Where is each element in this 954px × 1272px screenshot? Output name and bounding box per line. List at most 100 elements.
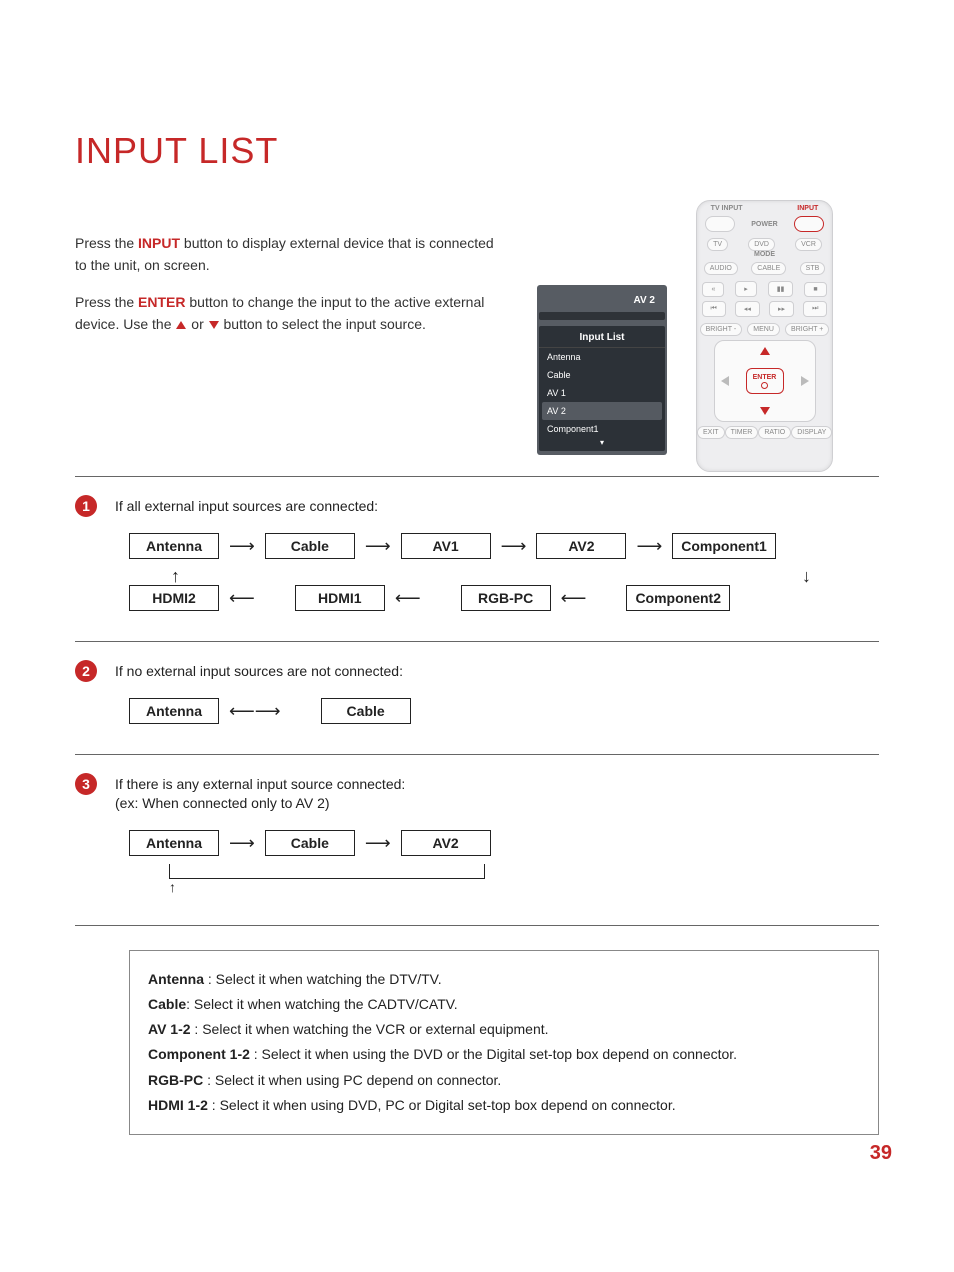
step-3-text-line2: (ex: When connected only to AV 2) [115, 794, 405, 814]
arrow-left-icon: ⟵ [561, 589, 587, 607]
arrow-right-icon: ⟶ [229, 834, 255, 852]
step-2: 2 If no external input sources are not c… [75, 660, 879, 682]
legend-term-rgbpc: RGB-PC [148, 1072, 203, 1088]
legend-term-cable: Cable [148, 996, 186, 1012]
arrow-right-icon: ⟶ [636, 537, 662, 555]
remote-pause-button[interactable]: ▮▮ [768, 281, 794, 297]
remote-play-button[interactable]: ▸ [735, 281, 757, 297]
remote-dpad: ENTER [714, 340, 816, 422]
divider [75, 641, 879, 642]
page-title: INPUT LIST [75, 130, 879, 172]
remote-bright-minus-button[interactable]: BRIGHT - [700, 323, 743, 336]
divider [75, 754, 879, 755]
step-3-flow: Antenna ⟶ Cable ⟶ AV2 ↑ [129, 830, 879, 895]
osd-item-av2-selected: AV 2 [542, 402, 662, 420]
arrow-left-icon: ⟵ [395, 589, 421, 607]
intro-p2d: button to select the input source. [224, 316, 426, 332]
legend-desc-rgbpc: : Select it when using PC depend on conn… [203, 1072, 501, 1088]
remote-fwd-button[interactable]: ▸▸ [769, 301, 794, 317]
flow-box-cable: Cable [265, 533, 355, 559]
remote-dvd-button[interactable]: DVD [748, 238, 775, 251]
remote-audio-button[interactable]: AUDIO [704, 262, 738, 275]
remote-up-button[interactable] [760, 347, 770, 355]
remote-mode-label: MODE [697, 251, 832, 258]
divider [75, 925, 879, 926]
page-number: 39 [870, 1142, 892, 1165]
remote-next-button[interactable]: ⏭ [803, 301, 827, 317]
flow-box-av2: AV2 [536, 533, 626, 559]
arrow-up-icon: ↑ [169, 879, 879, 895]
flow-box-hdmi2: HDMI2 [129, 585, 219, 611]
osd-more-icon: ▾ [539, 438, 665, 447]
remote-stb-button[interactable]: STB [800, 262, 826, 275]
remote-back-button[interactable]: ◂◂ [735, 301, 760, 317]
step-2-flow: Antenna ⟵⟶ Cable [129, 698, 879, 724]
legend-term-hdmi: HDMI 1-2 [148, 1097, 208, 1113]
legend-desc-antenna: : Select it when watching the DTV/TV. [204, 971, 442, 987]
flow-box-component2: Component2 [626, 585, 730, 611]
remote-timer-button[interactable]: TIMER [725, 426, 759, 439]
osd-item-av1: AV 1 [539, 384, 665, 402]
remote-vcr-button[interactable]: VCR [795, 238, 822, 251]
flow-box-av2: AV2 [401, 830, 491, 856]
remote-control: TV INPUT INPUT POWER TV DVD VCR MODE AUD… [696, 200, 833, 472]
remote-tvinput-button[interactable] [705, 216, 735, 232]
flow-box-antenna: Antenna [129, 830, 219, 856]
flow-box-antenna: Antenna [129, 533, 219, 559]
remote-power-label: POWER [751, 221, 777, 228]
remote-tvinput-label: TV INPUT [711, 205, 743, 212]
remote-right-button[interactable] [801, 376, 809, 386]
flow-box-hdmi1: HDMI1 [295, 585, 385, 611]
legend-desc-component: : Select it when using the DVD or the Di… [250, 1046, 737, 1062]
remote-exit-button[interactable]: EXIT [697, 426, 725, 439]
flow-box-cable: Cable [321, 698, 411, 724]
input-legend: Antenna : Select it when watching the DT… [129, 950, 879, 1135]
enter-label: ENTER [138, 294, 185, 310]
arrow-up-icon: ↑ [171, 567, 180, 585]
remote-enter-button[interactable]: ENTER [746, 368, 784, 394]
legend-term-antenna: Antenna [148, 971, 204, 987]
arrow-right-icon: ⟶ [229, 537, 255, 555]
step-1-badge: 1 [75, 495, 97, 517]
arrow-down-icon: ↓ [802, 567, 811, 585]
remote-down-button[interactable] [760, 407, 770, 415]
osd-item-antenna: Antenna [539, 348, 665, 366]
remote-left-button[interactable] [721, 376, 729, 386]
arrow-right-icon: ⟶ [365, 834, 391, 852]
intro-p1a: Press the [75, 235, 138, 251]
remote-tv-button[interactable]: TV [707, 238, 728, 251]
flow-box-av1: AV1 [401, 533, 491, 559]
remote-cable-button[interactable]: CABLE [751, 262, 786, 275]
remote-display-button[interactable]: DISPLAY [791, 426, 832, 439]
remote-bright-plus-button[interactable]: BRIGHT + [785, 323, 829, 336]
osd-separator [539, 312, 665, 320]
step-1: 1 If all external input sources are conn… [75, 495, 879, 517]
input-label: INPUT [138, 235, 180, 251]
arrow-right-icon: ⟶ [501, 537, 527, 555]
remote-ratio-button[interactable]: RATIO [758, 426, 791, 439]
remote-menu-button[interactable]: MENU [747, 323, 780, 336]
osd-menu-title: Input List [539, 326, 665, 348]
step-3-badge: 3 [75, 773, 97, 795]
flow-box-rgbpc: RGB-PC [461, 585, 551, 611]
divider [75, 476, 879, 477]
step-1-flow: Antenna ⟶ Cable ⟶ AV1 ⟶ AV2 ⟶ Component1… [129, 533, 879, 611]
step-3-text-line1: If there is any external input source co… [115, 775, 405, 795]
remote-input-button[interactable] [794, 216, 824, 232]
legend-term-component: Component 1-2 [148, 1046, 250, 1062]
step-1-text: If all external input sources are connec… [115, 495, 378, 517]
osd-menu: Input List Antenna Cable AV 1 AV 2 Compo… [539, 326, 665, 451]
remote-stop-button[interactable]: ■ [804, 282, 826, 297]
osd-item-cable: Cable [539, 366, 665, 384]
osd-banner: AV 2 [537, 285, 667, 310]
flow-box-antenna: Antenna [129, 698, 219, 724]
remote-enter-label: ENTER [753, 374, 777, 381]
remote-rewind-button[interactable]: « [702, 282, 724, 297]
arrow-right-icon: ⟶ [365, 537, 391, 555]
remote-input-label: INPUT [797, 205, 818, 212]
step-2-text: If no external input sources are not con… [115, 660, 403, 682]
remote-prev-button[interactable]: ⏮ [702, 301, 726, 317]
flow-box-component1: Component1 [672, 533, 776, 559]
osd-panel: AV 2 Input List Antenna Cable AV 1 AV 2 … [537, 285, 667, 455]
flow-return-line [169, 864, 485, 879]
